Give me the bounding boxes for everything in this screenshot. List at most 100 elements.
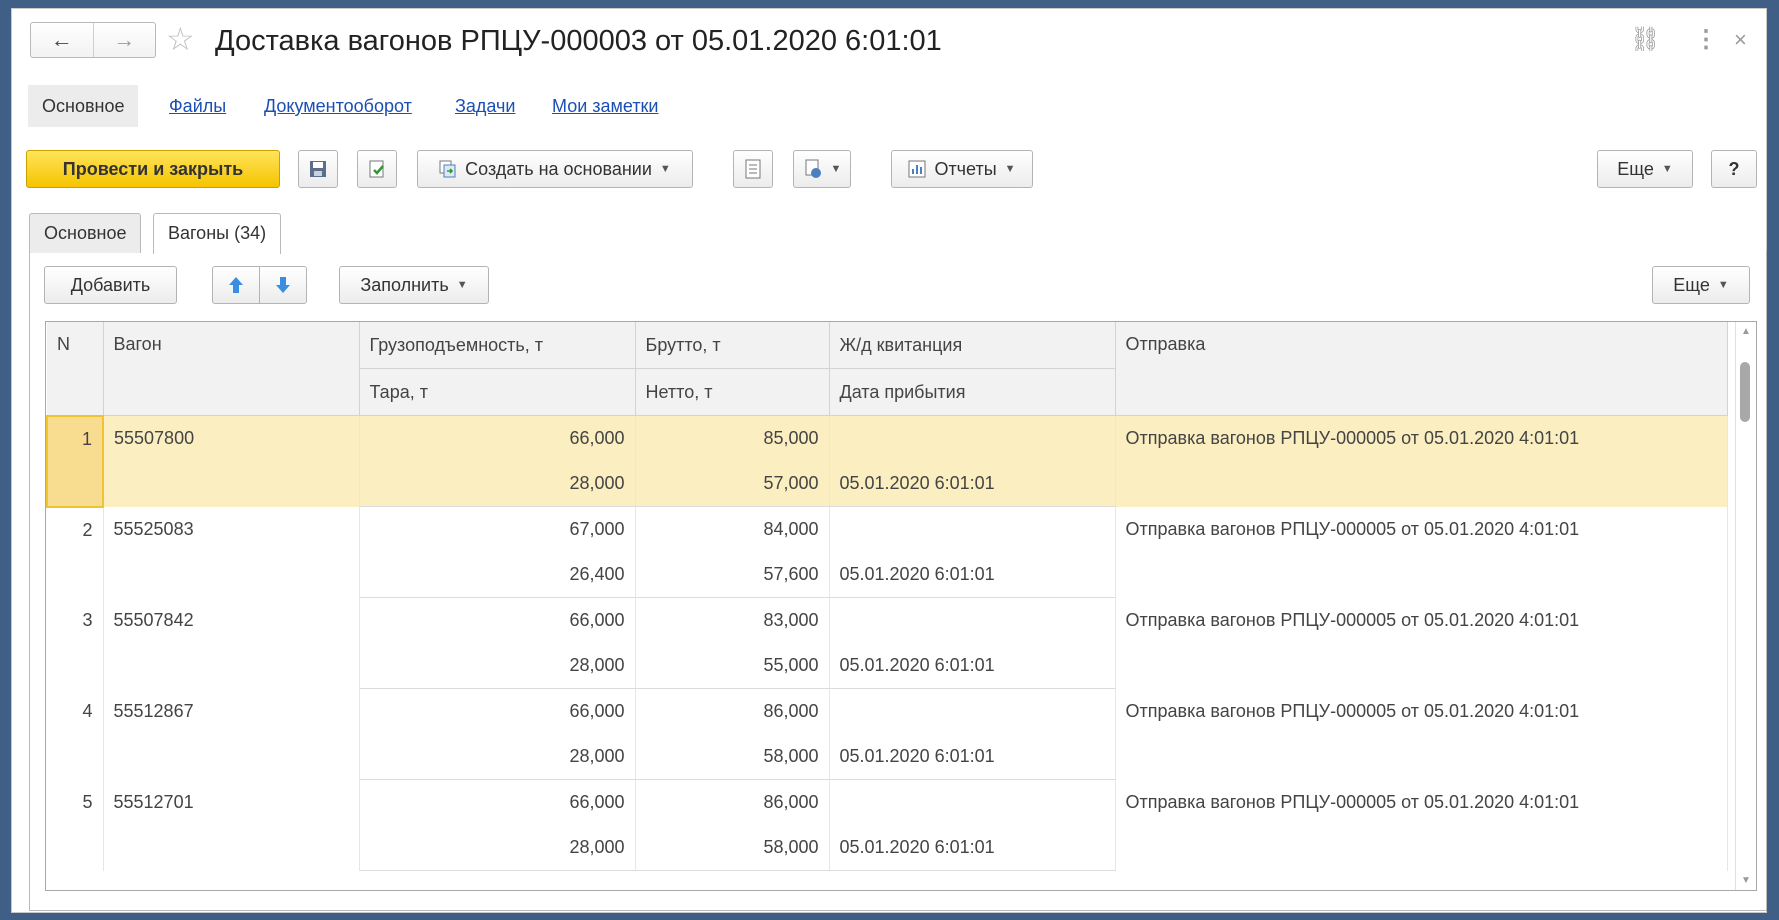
receipt-cell[interactable] <box>829 415 1116 461</box>
section-notes[interactable]: Мои заметки <box>552 85 659 127</box>
net-cell[interactable]: 57,000 <box>635 461 830 507</box>
forward-button[interactable]: → <box>92 23 156 57</box>
vertical-scrollbar[interactable]: ▲ ▼ <box>1735 322 1756 890</box>
capacity-cell[interactable]: 66,000 <box>359 688 636 734</box>
back-button[interactable]: ← <box>31 23 93 57</box>
col-shipment[interactable]: Отправка <box>1115 322 1728 416</box>
col-n[interactable]: N <box>47 322 104 416</box>
gross-cell[interactable]: 86,000 <box>635 779 830 825</box>
shipment-cell[interactable]: Отправка вагонов РПЦУ-000005 от 05.01.20… <box>1115 415 1728 507</box>
capacity-cell[interactable]: 66,000 <box>359 597 636 643</box>
wagon-cell[interactable]: 55507800 <box>103 415 360 507</box>
fill-button[interactable]: Заполнить ▼ <box>339 266 489 304</box>
col-capacity[interactable]: Грузоподъемность, т <box>359 322 636 369</box>
section-files[interactable]: Файлы <box>169 85 226 127</box>
col-wagon[interactable]: Вагон <box>103 322 360 416</box>
help-button[interactable]: ? <box>1711 150 1757 188</box>
col-arrival[interactable]: Дата прибытия <box>829 368 1116 416</box>
tare-cell[interactable]: 28,000 <box>359 734 636 780</box>
table-row[interactable]: 1 55507800 66,000 85,000 Отправка вагоно… <box>46 414 1728 508</box>
shipment-cell[interactable]: Отправка вагонов РПЦУ-000005 от 05.01.20… <box>1115 597 1728 689</box>
gross-cell[interactable]: 85,000 <box>635 415 830 461</box>
save-icon <box>310 161 326 177</box>
tab-main[interactable]: Основное <box>29 213 142 253</box>
net-cell[interactable]: 58,000 <box>635 825 830 871</box>
move-down-button[interactable] <box>259 266 307 304</box>
tare-cell[interactable]: 28,000 <box>359 825 636 871</box>
capacity-cell[interactable]: 66,000 <box>359 779 636 825</box>
scroll-down-icon[interactable]: ▼ <box>1736 875 1756 886</box>
gross-cell[interactable]: 84,000 <box>635 506 830 552</box>
table-row[interactable]: 4 55512867 66,000 86,000 Отправка вагоно… <box>47 688 1728 780</box>
receipt-cell[interactable] <box>829 506 1116 552</box>
create-based-label: Создать на основании <box>465 158 652 179</box>
arrival-cell[interactable]: 05.01.2020 6:01:01 <box>829 461 1116 507</box>
grid-more-label: Еще <box>1673 274 1710 295</box>
tare-cell[interactable]: 28,000 <box>359 461 636 507</box>
section-docflow[interactable]: Документооборот <box>264 85 412 127</box>
row-number: 3 <box>47 597 104 689</box>
shipment-cell[interactable]: Отправка вагонов РПЦУ-000005 от 05.01.20… <box>1115 506 1728 598</box>
add-button[interactable]: Добавить <box>44 266 177 304</box>
row-number: 5 <box>47 779 104 871</box>
more-icon[interactable]: ⋮ <box>1694 25 1718 55</box>
table-row[interactable]: 5 55512701 66,000 86,000 Отправка вагоно… <box>47 779 1728 871</box>
shipment-cell[interactable]: Отправка вагонов РПЦУ-000005 от 05.01.20… <box>1115 688 1728 780</box>
reports-icon <box>908 160 926 178</box>
receipt-cell[interactable] <box>829 779 1116 825</box>
col-gross[interactable]: Брутто, т <box>635 322 830 369</box>
arrival-cell[interactable]: 05.01.2020 6:01:01 <box>829 825 1116 871</box>
dropdown-caret-icon: ▼ <box>659 163 671 175</box>
dropdown-caret-icon: ▼ <box>1004 163 1016 175</box>
arrival-cell[interactable]: 05.01.2020 6:01:01 <box>829 552 1116 598</box>
print-menu-button[interactable]: ▼ <box>793 150 851 188</box>
list-icon <box>745 159 761 179</box>
close-icon[interactable]: × <box>1734 25 1747 55</box>
wagons-table: N Вагон Грузоподъемность, т Брутто, т Ж/… <box>45 321 1757 891</box>
favorite-star-icon[interactable]: ☆ <box>166 21 195 57</box>
shipment-cell[interactable]: Отправка вагонов РПЦУ-000005 от 05.01.20… <box>1115 779 1728 871</box>
fill-label: Заполнить <box>360 274 449 295</box>
capacity-cell[interactable]: 66,000 <box>359 415 636 461</box>
tab-wagons[interactable]: Вагоны (34) <box>153 213 282 254</box>
net-cell[interactable]: 55,000 <box>635 643 830 689</box>
tare-cell[interactable]: 26,400 <box>359 552 636 598</box>
post-button[interactable] <box>357 150 397 188</box>
wagon-cell[interactable]: 55525083 <box>103 506 360 598</box>
section-main[interactable]: Основное <box>28 85 139 127</box>
table-row[interactable]: 2 55525083 67,000 84,000 Отправка вагоно… <box>47 506 1728 598</box>
arrival-cell[interactable]: 05.01.2020 6:01:01 <box>829 643 1116 689</box>
dropdown-caret-icon: ▼ <box>1661 163 1673 175</box>
post-and-close-button[interactable]: Провести и закрыть <box>26 150 280 188</box>
section-tasks[interactable]: Задачи <box>455 85 515 127</box>
move-up-button[interactable] <box>212 266 260 304</box>
col-receipt[interactable]: Ж/д квитанция <box>829 322 1116 369</box>
gross-cell[interactable]: 83,000 <box>635 597 830 643</box>
table-row[interactable]: 3 55507842 66,000 83,000 Отправка вагоно… <box>47 597 1728 689</box>
reports-button[interactable]: Отчеты ▼ <box>891 150 1033 188</box>
col-net[interactable]: Нетто, т <box>635 368 830 416</box>
save-button[interactable] <box>298 150 338 188</box>
receipt-cell[interactable] <box>829 597 1116 643</box>
capacity-cell[interactable]: 67,000 <box>359 506 636 552</box>
receipt-cell[interactable] <box>829 688 1116 734</box>
scroll-up-icon[interactable]: ▲ <box>1736 326 1756 337</box>
create-based-on-button[interactable]: Создать на основании ▼ <box>417 150 693 188</box>
tare-cell[interactable]: 28,000 <box>359 643 636 689</box>
more-label: Еще <box>1617 158 1654 179</box>
wagon-cell[interactable]: 55512867 <box>103 688 360 780</box>
net-cell[interactable]: 58,000 <box>635 734 830 780</box>
col-tare[interactable]: Тара, т <box>359 368 636 416</box>
scrollbar-thumb[interactable] <box>1740 362 1750 422</box>
row-number: 4 <box>47 688 104 780</box>
net-cell[interactable]: 57,600 <box>635 552 830 598</box>
row-number: 2 <box>47 506 104 598</box>
arrival-cell[interactable]: 05.01.2020 6:01:01 <box>829 734 1116 780</box>
link-icon[interactable]: ⛓ <box>1630 25 1660 55</box>
gross-cell[interactable]: 86,000 <box>635 688 830 734</box>
grid-more-button[interactable]: Еще ▼ <box>1652 266 1750 304</box>
wagon-cell[interactable]: 55512701 <box>103 779 360 871</box>
wagon-cell[interactable]: 55507842 <box>103 597 360 689</box>
more-button[interactable]: Еще ▼ <box>1597 150 1693 188</box>
journal-button[interactable] <box>733 150 773 188</box>
